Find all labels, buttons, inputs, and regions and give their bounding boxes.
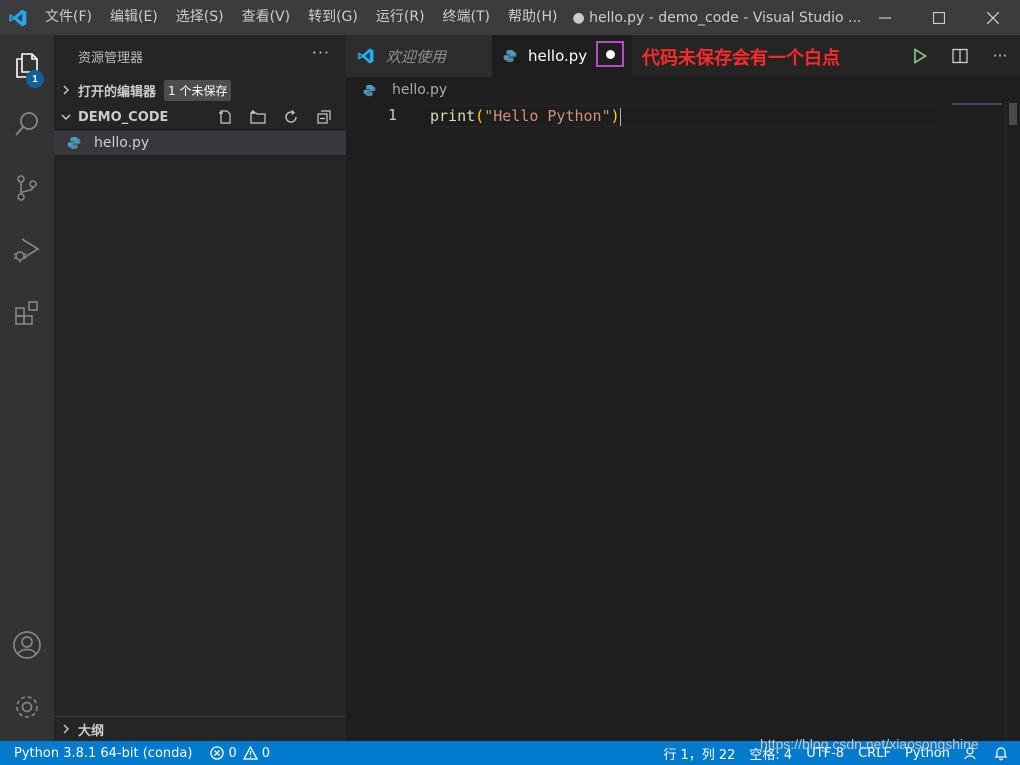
tab-label: 欢迎使用 [386,47,447,66]
error-icon [210,746,225,760]
unsaved-dot-icon[interactable] [605,49,615,59]
tab-label: hello.py [528,47,588,65]
folder-label: DEMO_CODE [78,109,169,125]
activity-search[interactable] [0,100,54,148]
editor-tab-bar: 欢迎使用 hello.py 代码未保存会有一个白点 ··· [346,35,1020,77]
open-editors-label: 打开的编辑器 [78,84,157,100]
code-editor[interactable]: 1 print("Hello Python") [346,103,1020,741]
file-name: hello.py [94,135,150,151]
menu-selection[interactable]: 选择(S) [167,0,233,35]
explorer-badge: 1 [26,70,44,88]
breadcrumb: hello.py [346,77,1020,103]
split-editor-button[interactable] [940,35,980,77]
notifications-button[interactable] [987,741,1020,765]
search-icon [15,112,38,136]
close-icon [987,11,999,24]
file-item-hello-py[interactable]: hello.py [54,131,346,155]
activity-source-control[interactable] [0,164,54,212]
minimize-icon [879,16,891,19]
new-folder-icon [249,110,266,124]
menu-bar: 文件(F) 编辑(E) 选择(S) 查看(V) 转到(G) 运行(R) 终端(T… [36,0,566,35]
error-count: 0 [228,745,237,761]
menu-terminal[interactable]: 终端(T) [434,0,499,35]
activity-account[interactable] [0,621,54,669]
settings-gear-icon [16,696,38,718]
source-control-icon [17,175,37,201]
activity-explorer[interactable]: 1 [0,41,54,89]
activity-settings[interactable] [0,683,54,731]
window-controls [858,0,1020,35]
warning-count: 0 [261,745,270,761]
run-debug-icon [14,238,40,263]
new-file-button[interactable] [208,106,241,128]
chevron-right-icon [54,724,78,734]
chevron-down-icon [54,112,78,122]
menu-edit[interactable]: 编辑(E) [101,0,167,35]
maximize-icon [933,11,945,24]
new-file-icon [218,110,231,124]
refresh-button[interactable] [274,106,307,128]
split-editor-icon [952,48,968,64]
more-editor-actions-button[interactable]: ··· [980,35,1020,77]
open-editors-section[interactable]: 打开的编辑器 1 个未保存 [54,79,346,101]
vscode-logo-icon [0,0,36,35]
code-function: print [430,107,476,125]
unsaved-count-badge: 1 个未保存 [164,79,232,101]
new-folder-button[interactable] [241,106,274,128]
menu-view[interactable]: 查看(V) [233,0,300,35]
activity-extensions[interactable] [0,289,54,337]
vertical-scrollbar[interactable] [1005,103,1020,741]
title-bar: 文件(F) 编辑(E) 选择(S) 查看(V) 转到(G) 运行(R) 终端(T… [0,0,1020,35]
line-number: 1 [388,106,398,124]
unsaved-indicator-highlight [596,41,624,67]
text-cursor [619,107,621,126]
python-file-icon [492,49,528,63]
code-paren-close: ) [610,107,620,125]
warning-icon [242,746,258,760]
code-string: "Hello Python" [484,107,611,125]
folder-section[interactable]: DEMO_CODE [54,106,346,128]
collapse-all-button[interactable] [307,106,340,128]
outline-section[interactable]: 大纲 [54,716,346,741]
close-button[interactable] [966,0,1020,35]
extensions-icon [15,301,38,325]
chevron-right-icon [54,85,78,95]
python-file-icon [54,136,94,150]
menu-go[interactable]: 转到(G) [299,0,367,35]
folder-actions [208,106,340,128]
python-file-icon [346,84,392,97]
tab-welcome[interactable]: 欢迎使用 [346,35,492,77]
sidebar-title: 资源管理器 [78,51,144,66]
watermark: https://blog.csdn.net/xiaosongshine [760,736,979,752]
outline-label: 大纲 [78,723,105,739]
menu-help[interactable]: 帮助(H) [499,0,566,35]
bell-icon [994,746,1008,760]
cursor-position[interactable]: 行 1，列 22 [656,741,742,765]
explorer-sidebar: 资源管理器 ··· 打开的编辑器 1 个未保存 DEMO_CODE hello.… [54,35,346,741]
python-interpreter-selector[interactable]: Python 3.8.1 64-bit (conda) [0,741,199,765]
problems-indicator[interactable]: 0 0 [203,741,277,765]
refresh-icon [284,110,297,123]
minimap[interactable] [952,103,1002,105]
maximize-button[interactable] [912,0,966,35]
minimize-button[interactable] [858,0,912,35]
annotation-text: 代码未保存会有一个白点 [642,48,840,69]
scrollbar-thumb[interactable] [1009,103,1017,125]
editor-actions: ··· [900,35,1020,77]
window-title: ● hello.py - demo_code - Visual Studio .… [572,9,862,26]
activity-run-debug[interactable] [0,226,54,274]
collapse-all-icon [316,110,331,124]
code-paren-open: ( [475,107,485,125]
breadcrumb-file[interactable]: hello.py [392,82,447,98]
vscode-logo-icon [346,47,386,65]
menu-run[interactable]: 运行(R) [367,0,434,35]
play-icon [914,48,927,64]
account-icon [13,631,41,659]
more-actions-button[interactable]: ··· [312,43,330,62]
menu-file[interactable]: 文件(F) [36,0,101,35]
code-line[interactable]: print("Hello Python") [430,105,942,127]
run-python-file-button[interactable] [900,35,940,77]
activity-bar: 1 [0,35,54,741]
